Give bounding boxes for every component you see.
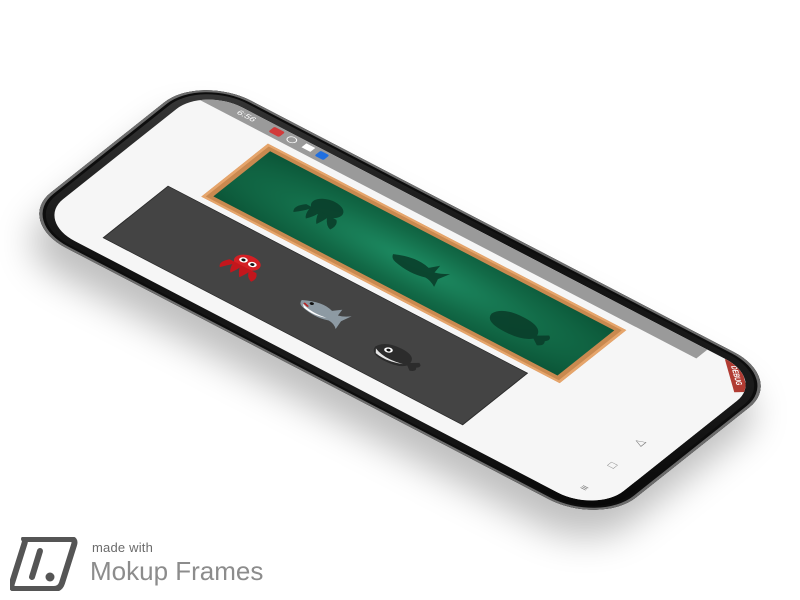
lines-menu-icon[interactable]: ≡	[577, 483, 592, 493]
settings-status-icon	[284, 135, 300, 145]
status-time: 6:56	[233, 109, 259, 124]
mockup-stage: 6:56 DEBUG ◁ □ ≡ made with Mokup Frames	[0, 0, 800, 600]
square-home-icon[interactable]: □	[605, 460, 620, 470]
message-status-icon	[301, 143, 316, 152]
whale-piece[interactable]	[365, 337, 431, 377]
status-bar: 6:56	[192, 87, 765, 389]
notification-icon	[268, 126, 286, 138]
debug-banner: DEBUG	[724, 359, 749, 393]
system-nav-panel: DEBUG ◁ □ ≡	[539, 349, 765, 513]
whale-silhouette-target[interactable]	[477, 301, 564, 353]
mokup-frames-logo-icon	[10, 537, 78, 591]
triangle-back-icon[interactable]: ◁	[632, 437, 649, 448]
octopus-piece[interactable]	[211, 246, 275, 286]
shark-piece[interactable]	[290, 291, 356, 331]
octopus-silhouette-target[interactable]	[285, 188, 362, 235]
app-status-icon	[314, 150, 330, 161]
phone-screen: 6:56 DEBUG ◁ □ ≡	[35, 87, 765, 513]
phone-frame: 6:56 DEBUG ◁ □ ≡	[14, 74, 786, 526]
shark-silhouette-target[interactable]	[380, 244, 455, 289]
watermark-small-text: made with	[92, 540, 154, 555]
watermark-brand-text: Mokup Frames	[90, 556, 264, 586]
